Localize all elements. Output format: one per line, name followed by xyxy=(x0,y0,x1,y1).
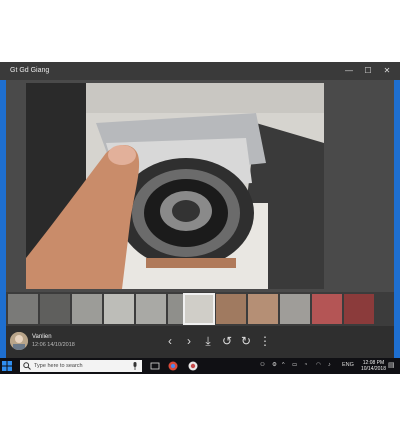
rotate-left-icon[interactable]: ↺ xyxy=(220,334,234,348)
clock-date: 10/14/2018 xyxy=(360,366,386,372)
chrome-icon[interactable] xyxy=(168,361,178,371)
main-photo[interactable] xyxy=(26,83,324,289)
thumbnail[interactable] xyxy=(312,294,342,324)
previous-icon[interactable]: ‹ xyxy=(163,334,177,348)
photo-viewer xyxy=(6,80,394,292)
maximize-button[interactable]: ☐ xyxy=(361,65,375,77)
windows-start-icon[interactable] xyxy=(2,361,12,371)
more-options-icon[interactable]: ⋮ xyxy=(258,334,272,348)
download-icon[interactable]: ⤓ xyxy=(201,334,215,348)
thumbnail[interactable] xyxy=(40,294,70,324)
thumbnail[interactable] xyxy=(344,294,374,324)
battery-icon[interactable]: ▭ xyxy=(292,362,297,368)
microphone-icon[interactable] xyxy=(132,362,138,370)
rotate-right-icon[interactable]: ↻ xyxy=(239,334,253,348)
search-placeholder: Type here to search xyxy=(34,363,83,369)
language-indicator[interactable]: ENG xyxy=(342,362,354,368)
thumbnail[interactable] xyxy=(8,294,38,324)
search-icon xyxy=(23,362,31,370)
thumbnail[interactable] xyxy=(216,294,246,324)
thumbnail[interactable] xyxy=(248,294,278,324)
thumbnail[interactable] xyxy=(72,294,102,324)
viewer-toolbar: Vanlien 12:06 14/10/2018 ‹ › ⤓ ↺ ↻ ⋮ xyxy=(6,326,394,358)
thumbnail-selected[interactable] xyxy=(183,293,215,325)
wifi-icon[interactable]: ◠ xyxy=(316,362,321,368)
system-clock[interactable]: 12:08 PM 10/14/2018 xyxy=(361,360,386,372)
browser-app-icon[interactable] xyxy=(188,361,198,371)
volume-icon[interactable]: ♪ xyxy=(328,362,331,368)
next-icon[interactable]: › xyxy=(182,334,196,348)
thumbnail[interactable] xyxy=(136,294,166,324)
filmstrip xyxy=(6,292,394,326)
settings-icon[interactable]: ⚙ xyxy=(272,362,277,368)
thumbnail[interactable] xyxy=(104,294,134,324)
taskbar: Type here to search ⚇ ⚙ ^ ▭ ◔ ◠ ♪ ENG 12… xyxy=(0,358,400,374)
notifications-icon[interactable]: ▤ xyxy=(388,361,395,369)
taskbar-search-box[interactable]: Type here to search xyxy=(20,360,142,372)
window-title: Gt Gd Giang xyxy=(10,67,50,74)
screen: Gt Gd Giang — ☐ ✕ Vanlien 12:06 14/10/20… xyxy=(0,62,400,374)
tray-overflow-icon[interactable]: ^ xyxy=(282,362,285,368)
minimize-button[interactable]: — xyxy=(342,65,356,77)
uploader-name: Vanlien xyxy=(32,334,52,340)
upload-datetime: 12:06 14/10/2018 xyxy=(32,342,75,348)
thumbnail[interactable] xyxy=(280,294,310,324)
avatar[interactable] xyxy=(10,332,28,350)
desktop-background-right xyxy=(394,80,400,358)
photo-image xyxy=(26,83,324,289)
close-button[interactable]: ✕ xyxy=(380,65,394,77)
network-icon[interactable]: ◔ xyxy=(304,362,307,368)
avatar-image xyxy=(10,332,28,350)
task-view-icon[interactable] xyxy=(150,361,160,371)
window-titlebar: Gt Gd Giang — ☐ ✕ xyxy=(0,62,400,80)
people-icon[interactable]: ⚇ xyxy=(260,362,265,368)
